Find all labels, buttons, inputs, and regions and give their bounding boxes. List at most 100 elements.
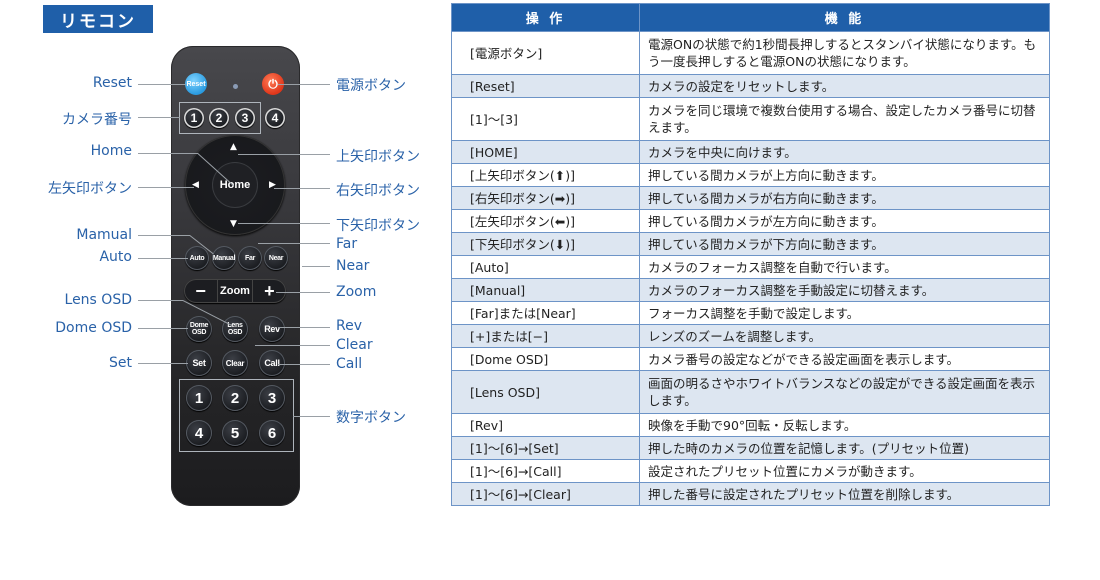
- camera-1-button[interactable]: 1: [184, 108, 204, 128]
- operation-cell: [Rev]: [451, 413, 640, 437]
- callout-down-arrow: 下矢印ボタン: [336, 218, 420, 234]
- zoom-out-button[interactable]: −: [184, 281, 217, 302]
- leader-line: [138, 117, 180, 118]
- clear-button[interactable]: Clear: [222, 350, 248, 376]
- zoom-control: − Zoom +: [184, 279, 286, 303]
- function-cell: カメラ番号の設定などができる設定画面を表示します。: [639, 347, 1050, 371]
- operation-cell: [1]～[6]→[Call]: [451, 459, 640, 483]
- table-row: [下矢印ボタン(⬇)] 押している間カメラが下方向に動きます。: [451, 232, 1050, 256]
- callout-left-arrow: 左矢印ボタン: [48, 181, 132, 197]
- callout-manual: Mamual: [76, 227, 132, 243]
- leader-line: [278, 84, 330, 85]
- leader-line: [255, 345, 330, 346]
- function-cell: フォーカス調整を手動で設定します。: [639, 301, 1050, 325]
- function-cell: 押した時のカメラの位置を記憶します。(プリセット位置): [639, 436, 1050, 460]
- number-5-button[interactable]: 5: [222, 420, 248, 446]
- callout-lens-osd: Lens OSD: [64, 292, 132, 308]
- leader-line: [278, 327, 330, 328]
- operation-cell: [左矢印ボタン(⬅)]: [451, 209, 640, 233]
- function-table: 操 作 機 能 [電源ボタン] 電源ONの状態で約1秒間長押しするとスタンバイ状態…: [451, 3, 1050, 506]
- rev-button[interactable]: Rev: [259, 316, 285, 342]
- operation-cell: [Auto]: [451, 255, 640, 279]
- operation-cell: [電源ボタン]: [451, 31, 640, 75]
- leader-line: [138, 258, 188, 259]
- callout-right-arrow: 右矢印ボタン: [336, 183, 420, 199]
- function-cell: 画面の明るさやホワイトバランスなどの設定ができる設定画面を表示します。: [639, 370, 1050, 414]
- reset-button[interactable]: Reset: [185, 73, 207, 95]
- function-cell: カメラを中央に向けます。: [639, 140, 1050, 164]
- home-button[interactable]: Home: [212, 162, 258, 208]
- set-button[interactable]: Set: [186, 350, 212, 376]
- manual-button[interactable]: Manual: [212, 246, 236, 270]
- remote-control: Reset ⏻ 1 2 3 4 ▲ ▼ ◀ ▶ Home Auto Manual…: [171, 46, 300, 506]
- led-indicator: [233, 84, 238, 89]
- leader-line: [138, 84, 186, 85]
- function-cell: カメラのフォーカス調整を自動で行います。: [639, 255, 1050, 279]
- up-arrow-button[interactable]: ▲: [230, 142, 237, 152]
- number-6-button[interactable]: 6: [259, 420, 285, 446]
- operation-cell: [1]～[6]→[Clear]: [451, 482, 640, 506]
- callout-clear: Clear: [336, 337, 373, 353]
- power-icon: ⏻: [268, 76, 278, 91]
- function-cell: レンズのズームを調整します。: [639, 324, 1050, 348]
- operation-cell: [HOME]: [451, 140, 640, 164]
- operation-cell: [Dome OSD]: [451, 347, 640, 371]
- function-cell: 押した番号に設定されたプリセット位置を削除します。: [639, 482, 1050, 506]
- leader-line: [293, 416, 330, 417]
- operation-cell: [下矢印ボタン(⬇)]: [451, 232, 640, 256]
- number-4-button[interactable]: 4: [186, 420, 212, 446]
- leader-line: [138, 300, 183, 301]
- callout-auto: Auto: [99, 249, 132, 265]
- header-operation: 操 作: [451, 3, 640, 32]
- table-row: [Reset] カメラの設定をリセットします。: [451, 74, 1050, 98]
- number-3-button[interactable]: 3: [259, 385, 285, 411]
- callout-number-buttons: 数字ボタン: [336, 410, 406, 426]
- table-row: [左矢印ボタン(⬅)] 押している間カメラが左方向に動きます。: [451, 209, 1050, 233]
- table-row: [Lens OSD] 画面の明るさやホワイトバランスなどの設定ができる設定画面を表…: [451, 370, 1050, 414]
- number-2-button[interactable]: 2: [222, 385, 248, 411]
- down-arrow-button[interactable]: ▼: [230, 219, 237, 229]
- table-row: [上矢印ボタン(⬆)] 押している間カメラが上方向に動きます。: [451, 163, 1050, 187]
- table-row: [電源ボタン] 電源ONの状態で約1秒間長押しするとスタンバイ状態になります。もう…: [451, 31, 1050, 75]
- camera-4-button[interactable]: 4: [265, 108, 285, 128]
- function-cell: 設定されたプリセット位置にカメラが動きます。: [639, 459, 1050, 483]
- lens-osd-button[interactable]: Lens OSD: [222, 316, 248, 342]
- leader-line: [258, 243, 330, 244]
- function-cell: 押している間カメラが下方向に動きます。: [639, 232, 1050, 256]
- operation-cell: [Far]または[Near]: [451, 301, 640, 325]
- camera-3-button[interactable]: 3: [235, 108, 255, 128]
- operation-cell: [1]～[3]: [451, 97, 640, 141]
- zoom-in-button[interactable]: +: [253, 281, 286, 302]
- leader-line: [274, 188, 330, 189]
- number-1-button[interactable]: 1: [186, 385, 212, 411]
- table-row: [Dome OSD] カメラ番号の設定などができる設定画面を表示します。: [451, 347, 1050, 371]
- operation-cell: [+]または[−]: [451, 324, 640, 348]
- far-button[interactable]: Far: [238, 246, 262, 270]
- table-row: [1]～[6]→[Set] 押した時のカメラの位置を記憶します。(プリセット位置): [451, 436, 1050, 460]
- table-row: [+]または[−] レンズのズームを調整します。: [451, 324, 1050, 348]
- dome-osd-button[interactable]: Dome OSD: [186, 316, 212, 342]
- callout-camera-number: カメラ番号: [62, 112, 132, 128]
- leader-line: [138, 235, 190, 236]
- table-row: [Manual] カメラのフォーカス調整を手動設定に切替えます。: [451, 278, 1050, 302]
- table-row: [1]～[6]→[Call] 設定されたプリセット位置にカメラが動きます。: [451, 459, 1050, 483]
- operation-cell: [Reset]: [451, 74, 640, 98]
- operation-cell: [Manual]: [451, 278, 640, 302]
- table-header-row: 操 作 機 能: [451, 3, 1050, 32]
- auto-button[interactable]: Auto: [185, 246, 209, 270]
- function-cell: カメラのフォーカス調整を手動設定に切替えます。: [639, 278, 1050, 302]
- leader-line: [276, 292, 330, 293]
- callout-near: Near: [336, 258, 370, 274]
- leader-line: [138, 363, 188, 364]
- leader-line: [138, 328, 188, 329]
- left-arrow-button[interactable]: ◀: [192, 180, 199, 190]
- camera-2-button[interactable]: 2: [209, 108, 229, 128]
- function-cell: カメラを同じ環境で複数台使用する場合、設定したカメラ番号に切替えます。: [639, 97, 1050, 141]
- call-button[interactable]: Call: [259, 350, 285, 376]
- near-button[interactable]: Near: [264, 246, 288, 270]
- table-row: [HOME] カメラを中央に向けます。: [451, 140, 1050, 164]
- function-cell: 押している間カメラが上方向に動きます。: [639, 163, 1050, 187]
- function-cell: 電源ONの状態で約1秒間長押しするとスタンバイ状態になります。もう一度長押しする…: [639, 31, 1050, 75]
- leader-line: [238, 223, 330, 224]
- callout-reset: Reset: [92, 75, 132, 91]
